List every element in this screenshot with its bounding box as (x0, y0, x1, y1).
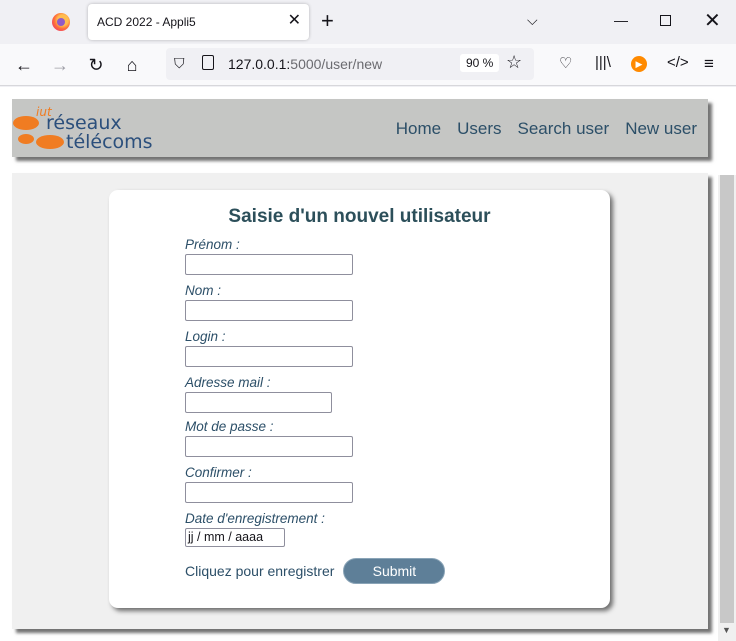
tab-bar: ACD 2022 - Appli5 ✕ + ⌵ — ✕ (0, 0, 736, 44)
bookmark-star-icon[interactable]: ☆ (506, 52, 522, 73)
new-tab-icon[interactable]: + (321, 10, 334, 32)
library-icon[interactable]: |||\ (595, 54, 611, 71)
registration-date-label: Date d'enregistrement : (185, 511, 325, 526)
nav-users-link[interactable]: Users (457, 119, 501, 139)
extension-play-icon[interactable]: ▶ (631, 56, 647, 72)
email-input[interactable] (185, 392, 332, 413)
nav-home-link[interactable]: Home (396, 119, 441, 139)
close-tab-icon[interactable]: ✕ (288, 12, 301, 30)
close-window-icon[interactable]: ✕ (704, 8, 721, 33)
submit-row: Cliquez pour enregistrer Submit (185, 558, 446, 584)
pocket-icon[interactable]: ♡ (559, 54, 572, 72)
submit-button[interactable]: Submit (343, 558, 446, 584)
login-input[interactable] (185, 346, 353, 367)
browser-tab[interactable]: ACD 2022 - Appli5 ✕ (88, 4, 309, 40)
firefox-icon (52, 13, 70, 31)
chevron-down-icon[interactable]: ⌵ (527, 12, 538, 29)
registration-date-field: Date d'enregistrement : jj / mm / aaaa (185, 511, 325, 547)
last-name-label: Nom : (185, 283, 222, 298)
login-field: Login : (185, 329, 353, 367)
first-name-field: Prénom : (185, 237, 353, 275)
form-title: Saisie d'un nouvel utilisateur (228, 206, 491, 227)
back-icon[interactable]: ← (12, 53, 36, 77)
forward-icon[interactable]: → (48, 53, 72, 77)
developer-tools-icon[interactable]: </> (667, 54, 689, 71)
password-label: Mot de passe : (185, 419, 274, 434)
page-info-icon[interactable] (202, 55, 214, 70)
new-user-form: Saisie d'un nouvel utilisateur Prénom : … (109, 190, 610, 608)
maximize-icon[interactable] (660, 15, 671, 26)
first-name-label: Prénom : (185, 237, 240, 252)
navigation-toolbar: ← → ↻ ⌂ ⛉ 127.0.0.1:5000/user/new 90 % ☆… (0, 44, 736, 86)
last-name-input[interactable] (185, 300, 353, 321)
scrollbar[interactable]: ▼ (718, 175, 736, 641)
scroll-down-icon[interactable]: ▼ (722, 625, 731, 635)
confirm-password-field: Confirmer : (185, 465, 353, 503)
zoom-level[interactable]: 90 % (460, 54, 500, 72)
url-bar[interactable]: ⛉ 127.0.0.1:5000/user/new 90 % ☆ (166, 48, 534, 80)
email-label: Adresse mail : (185, 375, 271, 390)
scrollbar-thumb[interactable] (720, 175, 734, 623)
minimize-icon[interactable]: — (614, 12, 628, 28)
registration-date-input[interactable]: jj / mm / aaaa (185, 528, 285, 547)
nav-new-user-link[interactable]: New user (625, 119, 697, 139)
nav-search-user-link[interactable]: Search user (518, 119, 610, 139)
last-name-field: Nom : (185, 283, 353, 321)
password-field: Mot de passe : (185, 419, 353, 457)
site-nav: Home Users Search user New user (396, 119, 697, 139)
url-text[interactable]: 127.0.0.1:5000/user/new (228, 56, 382, 72)
tab-title: ACD 2022 - Appli5 (97, 15, 196, 29)
email-field: Adresse mail : (185, 375, 332, 413)
password-input[interactable] (185, 436, 353, 457)
site-header: iut réseaux télécoms Home Users Search u… (12, 99, 708, 157)
first-name-input[interactable] (185, 254, 353, 275)
confirm-password-label: Confirmer : (185, 465, 252, 480)
submit-prompt: Cliquez pour enregistrer (185, 563, 335, 579)
shield-icon[interactable]: ⛉ (174, 55, 185, 72)
reload-icon[interactable]: ↻ (84, 53, 108, 77)
login-label: Login : (185, 329, 226, 344)
menu-icon[interactable]: ≡ (704, 54, 714, 74)
iut-logo: iut réseaux télécoms (13, 105, 153, 153)
confirm-password-input[interactable] (185, 482, 353, 503)
svg-text:télécoms: télécoms (66, 131, 153, 153)
home-icon[interactable]: ⌂ (120, 53, 144, 77)
